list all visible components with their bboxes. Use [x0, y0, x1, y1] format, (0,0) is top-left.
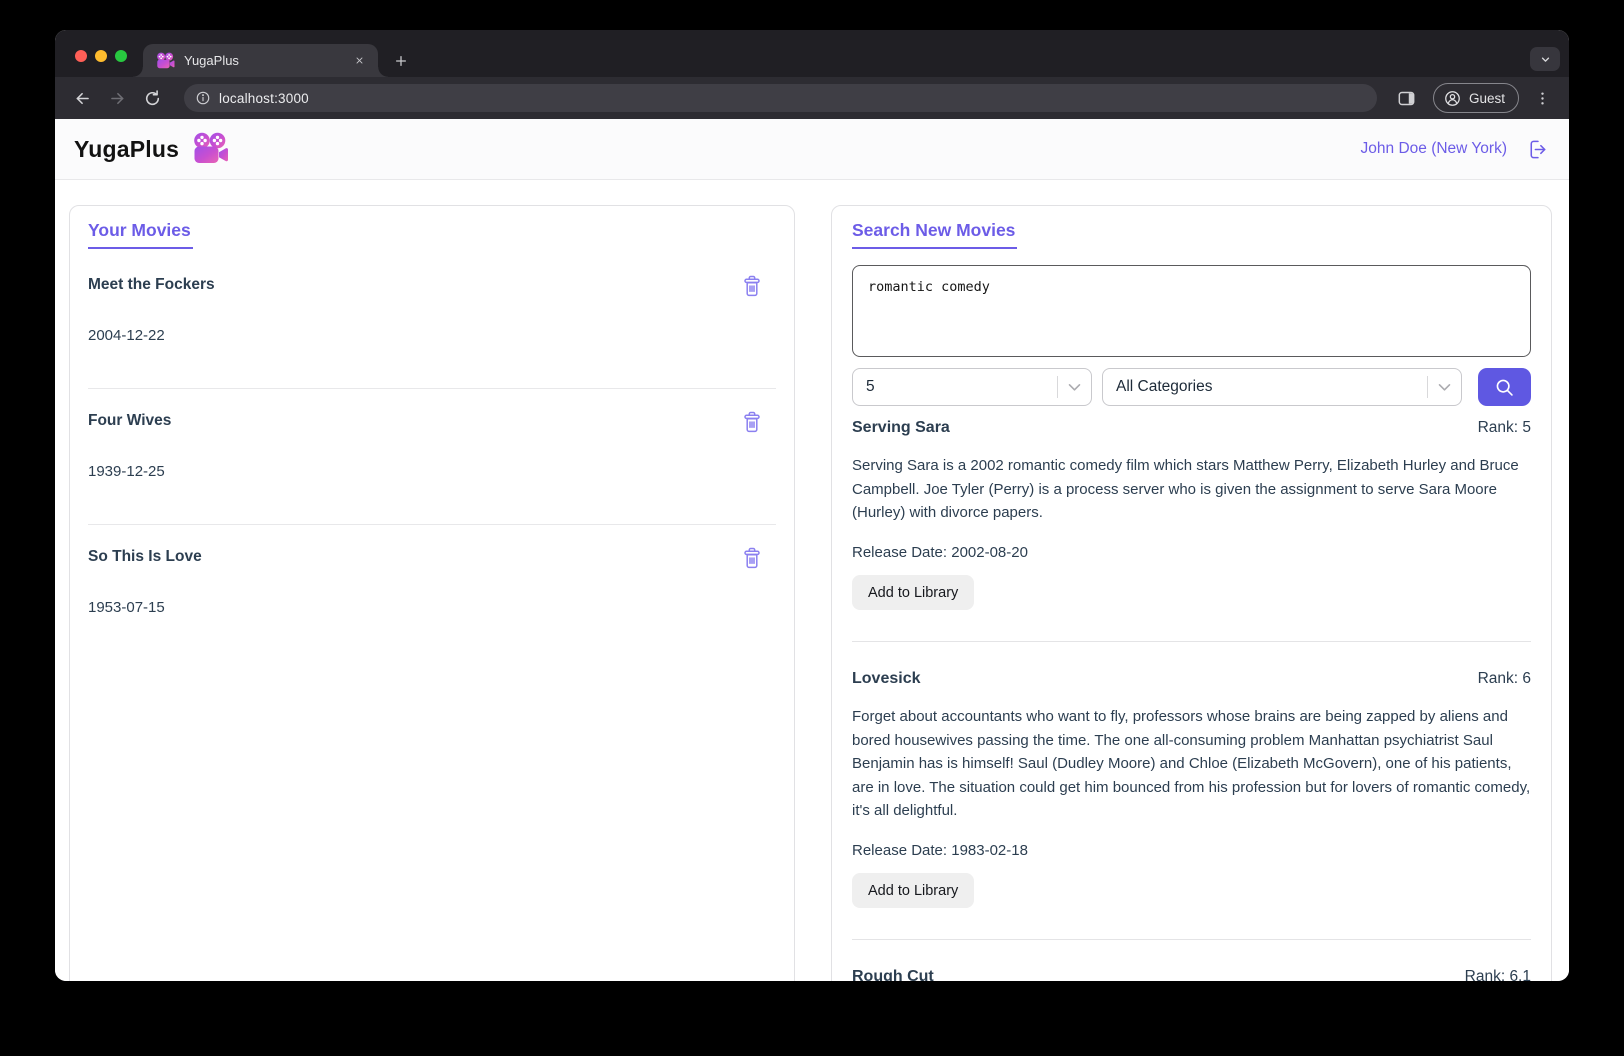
movie-camera-favicon [157, 52, 175, 68]
result-description: Forget about accountants who want to fly… [852, 708, 1531, 819]
result-release-date: Release Date: 2002-08-20 [852, 543, 1028, 561]
tab-title: YugaPlus [184, 53, 239, 68]
browser-toolbar: localhost:3000 Guest [55, 77, 1569, 119]
trash-icon [744, 547, 760, 569]
movie-title-row: Meet the Fockers [88, 275, 776, 297]
chevron-down-icon [1068, 383, 1081, 391]
category-value: All Categories [1116, 378, 1213, 395]
select-divider [1057, 376, 1058, 398]
back-button[interactable] [69, 85, 95, 111]
back-icon [76, 92, 89, 104]
info-icon [196, 91, 210, 105]
forward-button[interactable] [104, 85, 130, 111]
browser-tab-yugaplus[interactable]: YugaPlus [133, 44, 388, 77]
movie-title: Four Wives [88, 412, 172, 429]
tab-curve [133, 67, 143, 77]
your-movies-panel: Your Movies Meet the Fockers 2004-12-22 Fo… [69, 205, 795, 981]
movie-title-row: So This Is Love [88, 547, 776, 569]
kebab-menu-icon [1540, 91, 1544, 105]
search-result-row: Rough Cut Rank: 6.1 [852, 940, 1531, 981]
tab-curve [378, 67, 388, 77]
search-button[interactable] [1478, 368, 1531, 406]
browser-menu-button[interactable] [1531, 85, 1553, 111]
result-header: Rough Cut Rank: 6.1 [852, 967, 1531, 981]
close-window-button[interactable] [75, 50, 87, 62]
reload-button[interactable] [139, 85, 165, 111]
library-movie-row: Four Wives 1939-12-25 [88, 389, 776, 525]
select-divider [1427, 376, 1428, 398]
profile-chip[interactable]: Guest [1432, 83, 1519, 113]
movie-title: Meet the Fockers [88, 276, 215, 293]
add-to-library-button[interactable]: Add to Library [852, 873, 975, 908]
search-controls: 5 All Categories [852, 368, 1531, 406]
result-rank: Rank: 6.1 [1464, 968, 1531, 981]
trash-icon [744, 275, 760, 297]
your-movies-heading: Your Movies [88, 220, 193, 249]
delete-movie-button[interactable] [742, 275, 762, 297]
library-movie-row: Meet the Fockers 2004-12-22 [88, 249, 776, 389]
search-query-input[interactable]: romantic comedy [852, 265, 1531, 357]
trash-icon [744, 411, 760, 433]
person-icon [1445, 90, 1460, 106]
movie-release-date: 1953-07-15 [88, 599, 165, 616]
movie-list: Meet the Fockers 2004-12-22 Four Wives 1939… [88, 249, 776, 618]
result-release-date: Release Date: 1983-02-18 [852, 841, 1028, 859]
add-to-library-button[interactable]: Add to Library [852, 575, 975, 610]
result-header: Serving Sara Rank: 5 [852, 418, 1531, 438]
result-rank: Rank: 6 [1477, 670, 1531, 687]
zoom-window-button[interactable] [115, 50, 127, 62]
search-result-list: Serving Sara Rank: 5 Serving Sara is a 200… [852, 406, 1531, 981]
search-heading: Search New Movies [852, 220, 1018, 249]
movie-camera-icon [194, 132, 229, 163]
url-text: localhost:3000 [219, 90, 309, 106]
search-result-row: Lovesick Rank: 6 Forget about accountants … [852, 642, 1531, 940]
result-rank: Rank: 5 [1477, 419, 1531, 436]
result-limit-value: 5 [866, 378, 875, 395]
user-name: John Doe (New York) [1360, 140, 1507, 157]
chevron-down-icon [1541, 56, 1549, 62]
result-description: Serving Sara is a 2002 romantic comedy f… [852, 457, 1519, 521]
result-limit-select[interactable]: 5 [852, 368, 1092, 406]
search-result-row: Serving Sara Rank: 5 Serving Sara is a 200… [852, 406, 1531, 642]
category-select[interactable]: All Categories [1102, 368, 1462, 406]
logout-button[interactable] [1524, 136, 1550, 162]
movie-release-date: 1939-12-25 [88, 463, 165, 480]
search-panel: Search New Movies romantic comedy 5 All … [831, 205, 1552, 981]
result-title: Serving Sara [852, 419, 950, 436]
reload-icon [145, 89, 159, 105]
close-tab-icon[interactable] [350, 52, 368, 70]
movie-title-row: Four Wives [88, 411, 776, 433]
library-movie-row: So This Is Love 1953-07-15 [88, 525, 776, 618]
tab-strip: YugaPlus [55, 30, 1569, 77]
app-header: YugaPlus John Doe (New York) [55, 119, 1569, 180]
logout-icon [1530, 140, 1545, 158]
profile-label: Guest [1468, 90, 1505, 106]
forward-icon [110, 92, 123, 104]
tab-search-chevron-button[interactable] [1530, 47, 1560, 71]
movie-title: So This Is Love [88, 548, 202, 565]
chevron-down-icon [1438, 383, 1451, 391]
plus-icon [395, 55, 407, 67]
search-icon [1496, 379, 1513, 396]
traffic-lights [75, 50, 127, 62]
result-header: Lovesick Rank: 6 [852, 669, 1531, 689]
yugaplus-app: YugaPlus John Doe (New York) Your Movies… [55, 119, 1569, 981]
movie-release-date: 2004-12-22 [88, 327, 165, 344]
browser-window: YugaPlus localhost:3000 Guest YugaPlus J… [55, 30, 1569, 981]
side-panel-button[interactable] [1393, 84, 1421, 112]
delete-movie-button[interactable] [742, 547, 762, 569]
result-title: Rough Cut [852, 968, 934, 981]
brand-title: YugaPlus [74, 135, 180, 162]
sidebar-panel-icon [1399, 91, 1415, 105]
address-bar[interactable]: localhost:3000 [184, 84, 1377, 112]
new-tab-button[interactable] [388, 48, 414, 74]
minimize-window-button[interactable] [95, 50, 107, 62]
page-content: Your Movies Meet the Fockers 2004-12-22 Fo… [55, 180, 1569, 981]
result-title: Lovesick [852, 670, 921, 687]
delete-movie-button[interactable] [742, 411, 762, 433]
